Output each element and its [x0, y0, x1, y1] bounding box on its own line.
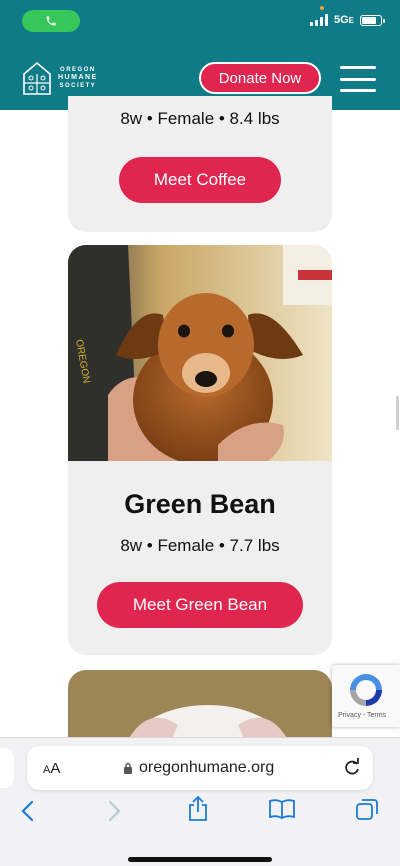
meet-coffee-button[interactable]: Meet Coffee	[119, 157, 281, 203]
pet-card-green-bean: OREGON Green Bean 8w • Female • 7.7 lbs …	[68, 245, 332, 655]
active-call-indicator[interactable]	[22, 10, 80, 32]
scroll-indicator	[396, 396, 399, 430]
menu-icon[interactable]	[340, 66, 376, 92]
phone-icon	[46, 16, 56, 26]
puppy-photo[interactable]: OREGON	[68, 245, 332, 461]
forward-icon[interactable]	[106, 800, 122, 822]
share-icon[interactable]	[186, 796, 210, 822]
status-bar: 5GE	[0, 0, 400, 44]
browser-toolbar: AA oregonhumane.org	[0, 737, 400, 866]
meet-green-bean-button[interactable]: Meet Green Bean	[97, 582, 303, 628]
house-logo-icon	[23, 61, 51, 95]
home-indicator	[128, 857, 272, 862]
back-icon[interactable]	[20, 800, 36, 822]
logo[interactable]: OREGON HUMANE SOCIETY	[22, 60, 98, 96]
reload-icon[interactable]	[343, 757, 361, 777]
previous-tab-edge[interactable]	[0, 748, 14, 788]
tabs-icon[interactable]	[355, 798, 379, 822]
recaptcha-icon	[350, 674, 382, 706]
pet-card-coffee: 8w • Female • 8.4 lbs Meet Coffee	[68, 96, 332, 232]
lock-icon	[124, 762, 132, 774]
network-label: 5GE	[333, 14, 354, 26]
pet-meta: 8w • Female • 7.7 lbs	[120, 536, 280, 555]
recaptcha-badge[interactable]: Privacy - Terms	[332, 665, 400, 727]
signal-icon	[309, 14, 328, 26]
pet-name: Green Bean	[124, 489, 276, 519]
bookmarks-icon[interactable]	[268, 798, 296, 820]
url-text: oregonhumane.org	[139, 759, 275, 776]
privacy-indicator	[320, 6, 324, 10]
battery-icon	[360, 14, 385, 26]
reader-settings-button[interactable]: AA	[43, 760, 60, 777]
pet-meta: 8w • Female • 8.4 lbs	[120, 109, 280, 128]
address-bar[interactable]: AA oregonhumane.org	[27, 746, 373, 790]
logo-text: OREGON HUMANE SOCIETY	[58, 67, 98, 89]
recaptcha-links[interactable]: Privacy - Terms	[338, 712, 386, 719]
donate-button[interactable]: Donate Now	[199, 62, 321, 94]
